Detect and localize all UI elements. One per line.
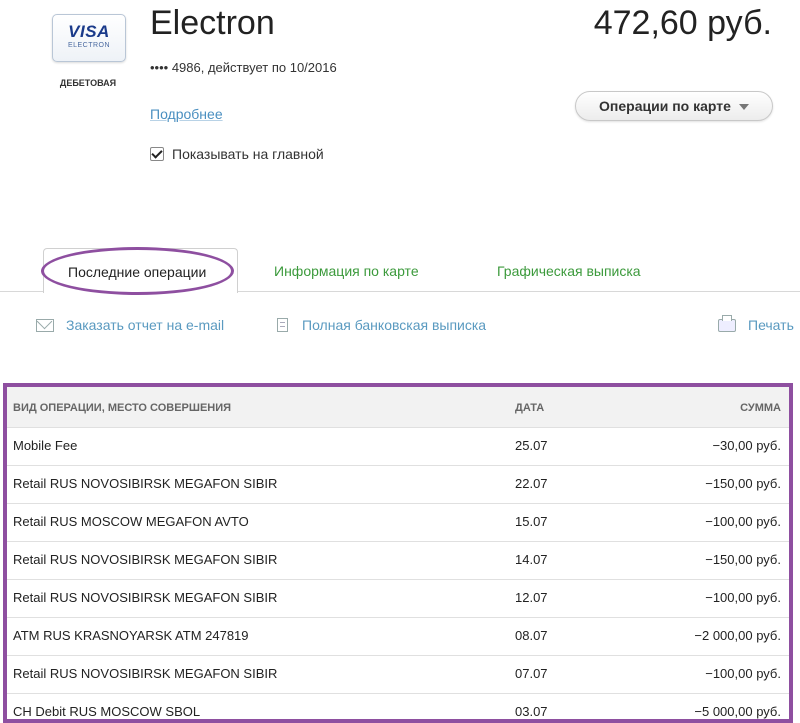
- table-row[interactable]: Retail RUS MOSCOW MEGAFON AVTO 15.07 −10…: [7, 503, 789, 542]
- show-on-main-checkbox[interactable]: [150, 147, 164, 161]
- table-row[interactable]: Mobile Fee 25.07 −30,00 руб.: [7, 427, 789, 466]
- document-icon: [277, 318, 288, 332]
- column-header-date: ДАТА: [515, 402, 545, 414]
- print-label: Печать: [748, 317, 794, 333]
- table-row[interactable]: Retail RUS NOVOSIBIRSK MEGAFON SIBIR 07.…: [7, 655, 789, 694]
- operation-date: 07.07: [515, 666, 548, 681]
- operation-description: Retail RUS NOVOSIBIRSK MEGAFON SIBIR: [13, 666, 278, 681]
- visa-electron-logo: VISA ELECTRON: [52, 14, 126, 62]
- operation-date: 14.07: [515, 552, 548, 567]
- operation-description: ATM RUS KRASNOYARSK ATM 247819: [13, 628, 249, 643]
- operation-description: Retail RUS NOVOSIBIRSK MEGAFON SIBIR: [13, 590, 278, 605]
- mail-icon: [36, 318, 54, 332]
- card-operations-label: Операции по карте: [599, 98, 731, 114]
- tab-card-info[interactable]: Информация по карте: [274, 263, 419, 279]
- operation-sum: −100,00 руб.: [705, 666, 781, 681]
- operation-sum: −2 000,00 руб.: [694, 628, 781, 643]
- operations-table: ВИД ОПЕРАЦИИ, МЕСТО СОВЕРШЕНИЯ ДАТА СУММ…: [3, 383, 793, 723]
- table-row[interactable]: ATM RUS KRASNOYARSK ATM 247819 08.07 −2 …: [7, 617, 789, 656]
- card-brand-sub: ELECTRON: [67, 42, 111, 49]
- operation-sum: −100,00 руб.: [705, 514, 781, 529]
- show-on-main-label: Показывать на главной: [172, 146, 324, 162]
- operation-date: 22.07: [515, 476, 548, 491]
- operation-sum: −150,00 руб.: [705, 476, 781, 491]
- operation-date: 25.07: [515, 438, 548, 453]
- table-row[interactable]: Retail RUS NOVOSIBIRSK MEGAFON SIBIR 14.…: [7, 541, 789, 580]
- operation-sum: −100,00 руб.: [705, 590, 781, 605]
- show-on-main-option[interactable]: Показывать на главной: [150, 146, 324, 162]
- operation-description: CH Debit RUS MOSCOW SBOL: [13, 704, 201, 719]
- chevron-down-icon: [738, 104, 749, 111]
- details-link[interactable]: Подробнее: [150, 106, 223, 122]
- operation-description: Retail RUS NOVOSIBIRSK MEGAFON SIBIR: [13, 476, 278, 491]
- operation-description: Retail RUS NOVOSIBIRSK MEGAFON SIBIR: [13, 552, 278, 567]
- column-header-sum: СУММА: [740, 402, 781, 414]
- operation-date: 12.07: [515, 590, 548, 605]
- operation-date: 15.07: [515, 514, 548, 529]
- table-row[interactable]: Retail RUS NOVOSIBIRSK MEGAFON SIBIR 12.…: [7, 579, 789, 618]
- card-operations-button[interactable]: Операции по карте: [575, 91, 773, 121]
- card-number-info: •••• 4986, действует по 10/2016: [150, 60, 337, 75]
- card-brand-main: VISA: [68, 22, 110, 41]
- column-header-operation: ВИД ОПЕРАЦИИ, МЕСТО СОВЕРШЕНИЯ: [13, 402, 232, 414]
- full-statement-link[interactable]: Полная банковская выписка: [277, 317, 486, 333]
- operation-description: Mobile Fee: [13, 438, 78, 453]
- table-header: ВИД ОПЕРАЦИИ, МЕСТО СОВЕРШЕНИЯ ДАТА СУММ…: [7, 387, 789, 427]
- table-row[interactable]: Retail RUS NOVOSIBIRSK MEGAFON SIBIR 22.…: [7, 465, 789, 504]
- card-title: Electron: [150, 4, 275, 42]
- highlight-ellipse: [41, 247, 234, 295]
- operation-sum: −150,00 руб.: [705, 552, 781, 567]
- print-link[interactable]: Печать: [718, 314, 794, 333]
- operation-date: 03.07: [515, 704, 548, 719]
- email-report-link[interactable]: Заказать отчет на e-mail: [36, 317, 224, 333]
- table-row[interactable]: CH Debit RUS MOSCOW SBOL 03.07 −5 000,00…: [7, 693, 789, 719]
- card-balance: 472,60 руб.: [593, 4, 772, 42]
- operation-date: 08.07: [515, 628, 548, 643]
- operation-sum: −5 000,00 руб.: [694, 704, 781, 719]
- operation-description: Retail RUS MOSCOW MEGAFON AVTO: [13, 514, 249, 529]
- card-type-label: ДЕБЕТОВАЯ: [59, 78, 117, 88]
- operation-sum: −30,00 руб.: [712, 438, 781, 453]
- tab-graphic-statement[interactable]: Графическая выписка: [497, 263, 641, 279]
- printer-icon: [718, 314, 736, 332]
- full-statement-label: Полная банковская выписка: [302, 317, 487, 333]
- email-report-label: Заказать отчет на e-mail: [66, 317, 225, 333]
